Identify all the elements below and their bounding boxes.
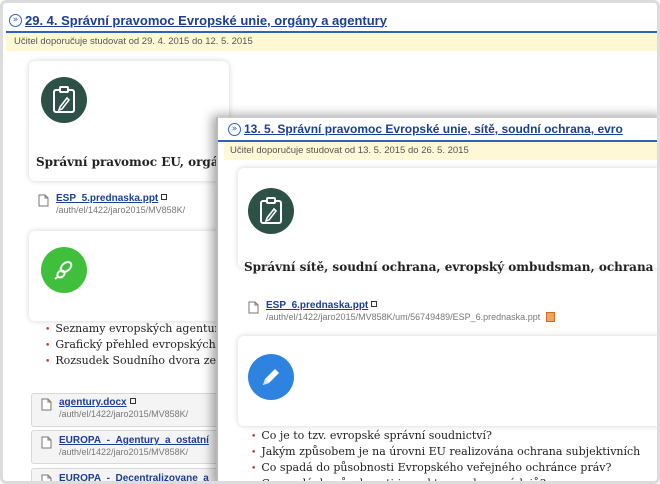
list-item: Grafický přehled evropských [45, 337, 220, 353]
external-link-icon[interactable] [371, 301, 378, 307]
external-link-icon[interactable] [161, 194, 168, 200]
front-file-ppt-name[interactable]: ESP_6.prednaska.ppt [266, 300, 378, 311]
pencil-icon [248, 354, 294, 400]
back-file-decentral-name[interactable]: EUROPA_-_Decentralizovane_a [59, 473, 209, 481]
document-icon [41, 436, 52, 449]
list-item: Co spadá do působnosti inspektora ochran… [251, 476, 640, 481]
front-file-ppt-path: /auth/el/1422/jaro2015/MV858K/um/5674948… [266, 312, 555, 322]
back-recommend-bar: Učitel doporučuje studovat od 29. 4. 201… [6, 33, 657, 51]
list-item: Co spadá do působnosti Evropského veřejn… [251, 460, 640, 476]
back-title-bar: » 29. 4. Správní pravomoc Evropské unie,… [6, 9, 657, 33]
document-icon [41, 398, 52, 411]
front-title-link[interactable]: 13. 5. Správní pravomoc Evropské unie, s… [244, 122, 623, 136]
back-title-link[interactable]: 29. 4. Správní pravomoc Evropské unie, o… [25, 13, 387, 28]
leaf-icon [41, 247, 87, 293]
back-file-docx-path: /auth/el/1422/jaro2015/MV858K/ [59, 409, 189, 419]
back-bullet-list: Seznamy evropských agentur Grafický přeh… [45, 321, 220, 369]
ppt-file-icon[interactable] [545, 312, 555, 322]
list-item: Seznamy evropských agentur [45, 321, 220, 337]
list-item: Jakým způsobem je na úrovni EU realizová… [251, 444, 640, 460]
back-file-docx-name[interactable]: agentury.docx [59, 397, 136, 408]
list-item: Co je to tzv. evropské správní soudnictv… [251, 428, 640, 444]
front-card-questions [238, 336, 657, 426]
front-bullet-list: Co je to tzv. evropské správní soudnictv… [251, 428, 640, 481]
front-title-bar: » 13. 5. Správní pravomoc Evropské unie,… [218, 118, 657, 142]
front-recommend-bar: Učitel doporučuje studovat od 13. 5. 201… [224, 142, 657, 160]
document-icon [41, 474, 52, 481]
external-link-icon[interactable] [129, 398, 136, 404]
back-card-materials [29, 231, 229, 321]
clipboard-icon [248, 188, 294, 234]
back-file-agentury-path: /auth/el/1422/jaro2015/MV858K/ [59, 447, 189, 457]
back-file-agentury-name[interactable]: EUROPA_-_Agentury_a_ostatní [59, 435, 209, 446]
back-heading: Správní pravomoc EU, orgá [36, 155, 219, 169]
front-card-intro [238, 168, 657, 268]
clipboard-icon [41, 77, 87, 123]
expand-toggle-icon[interactable]: » [9, 13, 22, 27]
front-heading: Správní sítě, soudní ochrana, evropský o… [244, 260, 654, 274]
front-window: » 13. 5. Správní pravomoc Evropské unie,… [216, 117, 657, 481]
list-item: Rozsudek Soudního dvora ze [45, 353, 220, 369]
expand-toggle-icon[interactable]: » [228, 122, 241, 136]
back-file-ppt-path: /auth/el/1422/jaro2015/MV858K/ [56, 205, 186, 215]
document-icon [248, 301, 259, 314]
document-icon [38, 194, 49, 207]
back-file-ppt-name[interactable]: ESP_5.prednaska.ppt [56, 193, 168, 204]
screenshot-frame: » 29. 4. Správní pravomoc Evropské unie,… [0, 0, 660, 484]
